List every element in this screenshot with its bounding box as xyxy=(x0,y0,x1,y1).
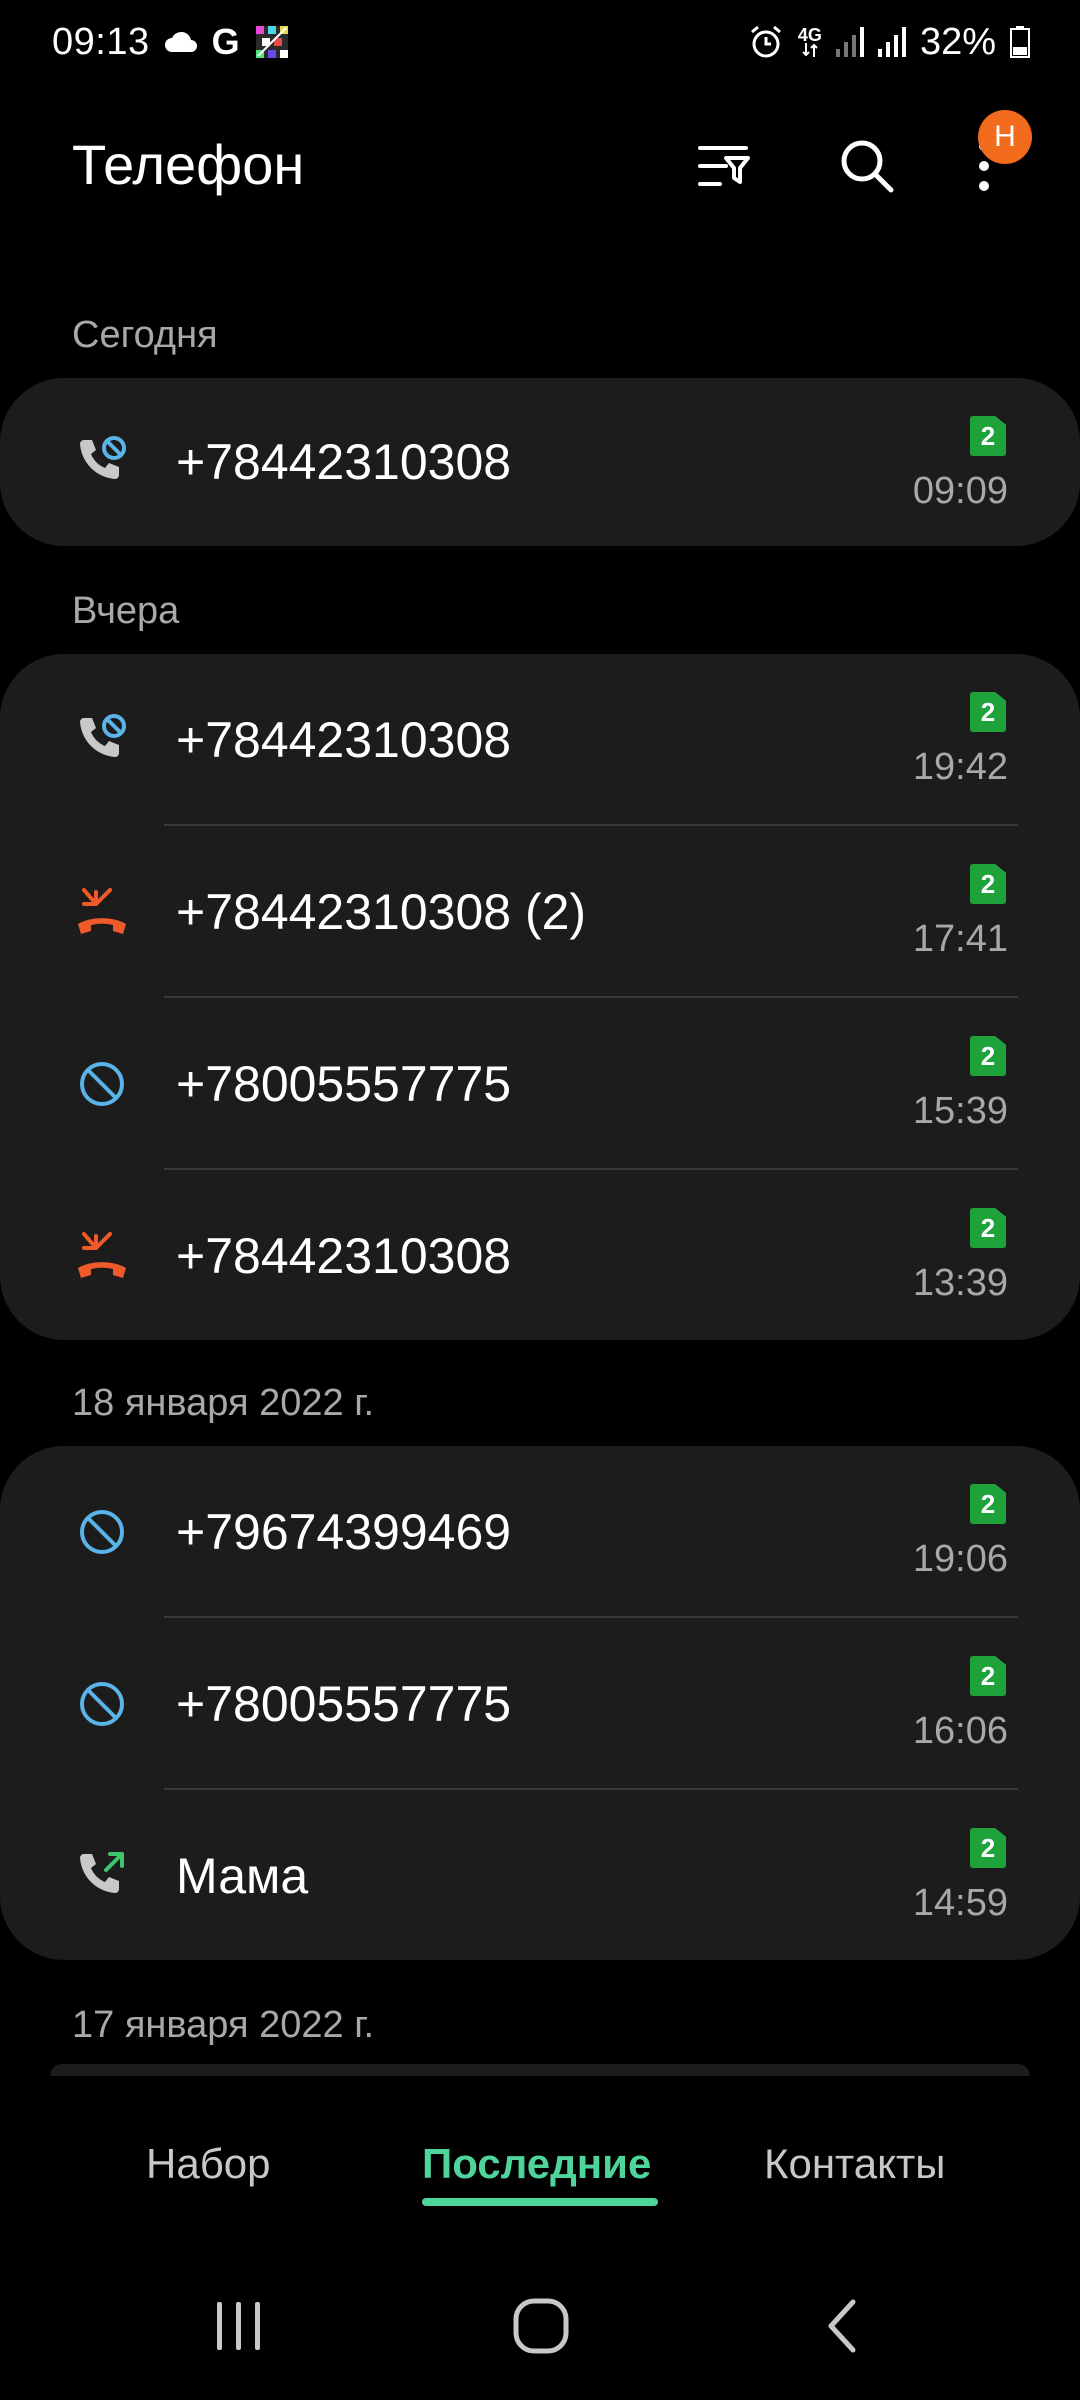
sim-card-icon: 2 xyxy=(970,1484,1006,1524)
contact-name: +78442310308 xyxy=(176,1228,512,1284)
call-log-row[interactable]: +78442310308 2 09:09 xyxy=(0,378,1080,546)
block-icon xyxy=(74,1676,130,1732)
call-time: 09:09 xyxy=(912,470,1008,512)
call-log-row[interactable]: +78442310308 2 13:39 xyxy=(0,1170,1080,1340)
network-4g-icon: 4G xyxy=(797,25,822,57)
call-time: 17:41 xyxy=(912,918,1008,960)
active-tab-indicator xyxy=(422,2198,658,2206)
contact-name: +78005557775 xyxy=(176,1676,512,1732)
section-header-yesterday: Вчера xyxy=(72,590,180,632)
call-log-row[interactable]: +79674399469 2 19:06 xyxy=(0,1446,1080,1618)
recent-apps-button[interactable] xyxy=(194,2286,284,2366)
blocked-call-icon xyxy=(74,712,130,768)
sim-card-icon: 2 xyxy=(970,692,1006,732)
app-header: Телефон Н xyxy=(0,84,1080,244)
call-time: 13:39 xyxy=(912,1262,1008,1304)
call-time: 14:59 xyxy=(912,1882,1008,1924)
search-button[interactable] xyxy=(825,124,909,208)
call-time: 15:39 xyxy=(912,1090,1008,1132)
contact-name: +79674399469 xyxy=(176,1504,512,1560)
call-time: 16:06 xyxy=(912,1710,1008,1752)
status-left: 09:13 G xyxy=(52,21,290,64)
call-log-row[interactable]: +78442310308 (2) 2 17:41 xyxy=(0,826,1080,998)
home-icon xyxy=(513,2298,569,2354)
google-icon: G xyxy=(211,21,240,62)
contact-name: +78442310308 xyxy=(176,434,512,490)
bottom-tab-bar: Набор Последние Контакты xyxy=(0,2110,1080,2230)
status-time: 09:13 xyxy=(52,20,150,63)
sim-card-icon: 2 xyxy=(970,1828,1006,1868)
filter-button[interactable] xyxy=(682,124,766,208)
network-type-label: 4G xyxy=(797,25,822,45)
call-time: 19:06 xyxy=(912,1538,1008,1580)
sim-card-icon: 2 xyxy=(970,864,1006,904)
contact-name: +78442310308 (2) xyxy=(176,884,587,940)
filter-icon xyxy=(698,146,750,186)
status-bar: 09:13 G 4G 32% xyxy=(0,0,1080,84)
call-log-row[interactable]: Мама 2 14:59 xyxy=(0,1790,1080,1960)
sim-card-icon: 2 xyxy=(970,1036,1006,1076)
call-log-row[interactable]: +78005557775 2 16:06 xyxy=(0,1618,1080,1790)
recent-apps-icon xyxy=(217,2302,260,2350)
block-icon xyxy=(74,1056,130,1112)
signal-icon xyxy=(877,27,906,57)
home-button[interactable] xyxy=(496,2286,586,2366)
sim-card-icon: 2 xyxy=(970,1656,1006,1696)
section-header-18-jan: 18 января 2022 г. xyxy=(72,1382,374,1424)
sim-card-icon: 2 xyxy=(970,1208,1006,1248)
sim-card-icon: 2 xyxy=(970,416,1006,456)
call-log-card-yesterday: +78442310308 2 19:42 +78442310308 (2) 2 … xyxy=(0,654,1080,1340)
section-header-today: Сегодня xyxy=(72,314,218,356)
tab-dial[interactable]: Набор xyxy=(146,2140,270,2188)
alarm-icon xyxy=(748,24,784,60)
missed-call-icon xyxy=(74,884,130,940)
call-log-row[interactable]: +78442310308 2 19:42 xyxy=(0,654,1080,826)
notification-badge: Н xyxy=(978,110,1032,164)
cloud-icon xyxy=(164,30,198,54)
contact-name: Мама xyxy=(176,1848,309,1904)
system-nav-bar xyxy=(0,2260,1080,2400)
page-title: Телефон xyxy=(72,133,305,196)
blocked-call-icon xyxy=(74,434,130,490)
back-button[interactable] xyxy=(798,2286,888,2366)
call-log-row[interactable]: +78005557775 2 15:39 xyxy=(0,998,1080,1170)
call-log-card-17-jan xyxy=(50,2064,1030,2076)
call-time: 19:42 xyxy=(912,746,1008,788)
signal-icon xyxy=(835,27,864,57)
tab-recent[interactable]: Последние xyxy=(422,2140,651,2188)
call-log-card-18-jan: +79674399469 2 19:06 +78005557775 2 16:0… xyxy=(0,1446,1080,1960)
tab-contacts[interactable]: Контакты xyxy=(764,2140,945,2188)
contact-name: +78005557775 xyxy=(176,1056,512,1112)
back-icon xyxy=(828,2299,856,2353)
section-header-17-jan: 17 января 2022 г. xyxy=(72,2004,374,2046)
block-icon xyxy=(74,1504,130,1560)
outgoing-call-icon xyxy=(74,1848,130,1904)
battery-percent: 32% xyxy=(919,20,996,63)
search-icon xyxy=(841,140,894,193)
app-notification-icon xyxy=(254,24,290,60)
status-right: 4G 32% xyxy=(748,21,1030,64)
battery-icon xyxy=(1010,26,1030,58)
contact-name: +78442310308 xyxy=(176,712,512,768)
missed-call-icon xyxy=(74,1228,130,1284)
call-log-card-today: +78442310308 2 09:09 xyxy=(0,378,1080,546)
